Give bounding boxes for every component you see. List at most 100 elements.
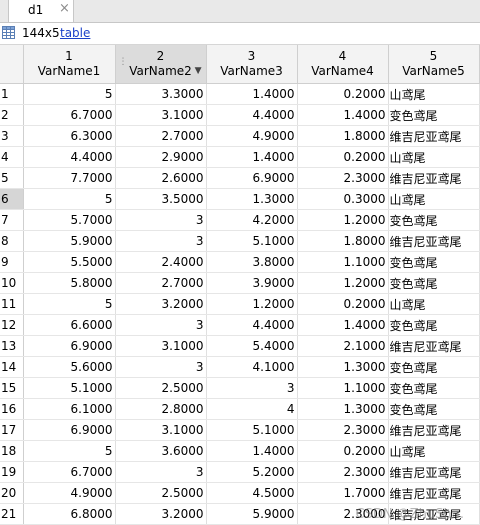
table-cell[interactable]: 5.1000 [23, 377, 116, 399]
table-cell[interactable]: 4.9000 [23, 482, 116, 504]
table-cell[interactable]: 4.2000 [206, 209, 298, 231]
table-cell[interactable]: 1.8000 [297, 125, 389, 147]
column-header-3[interactable]: 3 VarName3 [205, 45, 298, 84]
table-cell[interactable]: 维吉尼亚鸢尾 [388, 419, 480, 441]
row-header[interactable]: 21 [0, 503, 24, 525]
table-cell[interactable]: 山鸢尾 [388, 188, 480, 210]
table-cell[interactable]: 1.4000 [297, 314, 389, 336]
table-cell[interactable]: 3.6000 [115, 440, 207, 462]
table-cell[interactable]: 1.4000 [297, 104, 389, 126]
table-cell[interactable]: 3.1000 [115, 104, 207, 126]
row-header[interactable]: 1 [0, 83, 24, 105]
table-cell[interactable]: 2.3000 [297, 419, 389, 441]
table-cell[interactable]: 6.9000 [23, 335, 116, 357]
table-cell[interactable]: 2.1000 [297, 335, 389, 357]
table-cell[interactable]: 2.5000 [115, 482, 207, 504]
table-cell[interactable]: 4.4000 [206, 314, 298, 336]
table-cell[interactable]: 山鸢尾 [388, 146, 480, 168]
table-cell[interactable]: 4.1000 [206, 356, 298, 378]
table-cell[interactable]: 3 [115, 461, 207, 483]
table-cell[interactable]: 5 [23, 293, 116, 315]
table-cell[interactable]: 变色鸢尾 [388, 314, 480, 336]
table-cell[interactable]: 5 [23, 188, 116, 210]
table-cell[interactable]: 3.9000 [206, 272, 298, 294]
table-cell[interactable]: 维吉尼亚鸢尾 [388, 125, 480, 147]
row-header[interactable]: 6 [0, 188, 24, 210]
table-cell[interactable]: 3.1000 [115, 419, 207, 441]
table-cell[interactable]: 3 [206, 377, 298, 399]
table-cell[interactable]: 0.2000 [297, 440, 389, 462]
table-cell[interactable]: 1.4000 [206, 440, 298, 462]
corner-cell[interactable] [0, 45, 24, 84]
row-header[interactable]: 13 [0, 335, 24, 357]
row-header[interactable]: 2 [0, 104, 24, 126]
row-header[interactable]: 11 [0, 293, 24, 315]
table-cell[interactable]: 变色鸢尾 [388, 251, 480, 273]
table-cell[interactable]: 5.5000 [23, 251, 116, 273]
row-header[interactable]: 3 [0, 125, 24, 147]
table-cell[interactable]: 3 [115, 230, 207, 252]
table-cell[interactable]: 6.9000 [206, 167, 298, 189]
table-cell[interactable]: 变色鸢尾 [388, 104, 480, 126]
row-header[interactable]: 14 [0, 356, 24, 378]
table-cell[interactable]: 3 [115, 356, 207, 378]
table-cell[interactable]: 1.3000 [297, 356, 389, 378]
row-header[interactable]: 10 [0, 272, 24, 294]
table-cell[interactable]: 2.3000 [297, 503, 389, 525]
close-icon[interactable]: × [59, 1, 70, 16]
table-cell[interactable]: 山鸢尾 [388, 293, 480, 315]
table-grid[interactable]: 1 VarName1 ⋮ 2 VarName2 ▼ 3 VarName3 4 V… [0, 45, 480, 525]
table-cell[interactable]: 2.4000 [115, 251, 207, 273]
table-cell[interactable]: 0.3000 [297, 188, 389, 210]
column-header-2[interactable]: ⋮ 2 VarName2 ▼ [114, 45, 207, 84]
table-cell[interactable]: 1.4000 [206, 83, 298, 105]
table-cell[interactable]: 1.7000 [297, 482, 389, 504]
table-cell[interactable]: 3.1000 [115, 335, 207, 357]
table-cell[interactable]: 5 [23, 440, 116, 462]
table-cell[interactable]: 维吉尼亚鸢尾 [388, 461, 480, 483]
table-cell[interactable]: 1.3000 [206, 188, 298, 210]
table-cell[interactable]: 维吉尼亚鸢尾 [388, 230, 480, 252]
row-header[interactable]: 12 [0, 314, 24, 336]
row-header[interactable]: 8 [0, 230, 24, 252]
row-header[interactable]: 15 [0, 377, 24, 399]
table-cell[interactable]: 4.9000 [206, 125, 298, 147]
table-cell[interactable]: 2.8000 [115, 398, 207, 420]
table-cell[interactable]: 6.1000 [23, 398, 116, 420]
row-header[interactable]: 5 [0, 167, 24, 189]
table-cell[interactable]: 0.2000 [297, 83, 389, 105]
table-cell[interactable]: 1.4000 [206, 146, 298, 168]
table-cell[interactable]: 2.6000 [115, 167, 207, 189]
table-cell[interactable]: 3.2000 [115, 503, 207, 525]
sort-dropdown-icon[interactable]: ▼ [195, 64, 202, 79]
table-cell[interactable]: 0.2000 [297, 293, 389, 315]
table-cell[interactable]: 3.5000 [115, 188, 207, 210]
row-header[interactable]: 9 [0, 251, 24, 273]
table-cell[interactable]: 5.1000 [206, 419, 298, 441]
row-header[interactable]: 7 [0, 209, 24, 231]
table-cell[interactable]: 1.2000 [297, 209, 389, 231]
table-cell[interactable]: 变色鸢尾 [388, 377, 480, 399]
table-cell[interactable]: 变色鸢尾 [388, 272, 480, 294]
table-cell[interactable]: 山鸢尾 [388, 83, 480, 105]
table-cell[interactable]: 维吉尼亚鸢尾 [388, 335, 480, 357]
table-cell[interactable]: 6.6000 [23, 314, 116, 336]
table-cell[interactable]: 5.9000 [23, 230, 116, 252]
table-cell[interactable]: 3 [115, 209, 207, 231]
column-header-5[interactable]: 5 VarName5 [387, 45, 480, 84]
table-cell[interactable]: 变色鸢尾 [388, 398, 480, 420]
table-cell[interactable]: 6.7000 [23, 461, 116, 483]
tab-d1[interactable]: d1 × [8, 0, 74, 22]
row-header[interactable]: 19 [0, 461, 24, 483]
table-cell[interactable]: 3.8000 [206, 251, 298, 273]
table-cell[interactable]: 2.3000 [297, 461, 389, 483]
row-header[interactable]: 17 [0, 419, 24, 441]
table-cell[interactable]: 6.7000 [23, 104, 116, 126]
table-cell[interactable]: 维吉尼亚鸢尾 [388, 167, 480, 189]
table-cell[interactable]: 变色鸢尾 [388, 209, 480, 231]
table-cell[interactable]: 维吉尼亚鸢尾 [388, 482, 480, 504]
table-cell[interactable]: 3 [115, 314, 207, 336]
table-cell[interactable]: 5 [23, 83, 116, 105]
table-cell[interactable]: 0.2000 [297, 146, 389, 168]
row-header[interactable]: 18 [0, 440, 24, 462]
